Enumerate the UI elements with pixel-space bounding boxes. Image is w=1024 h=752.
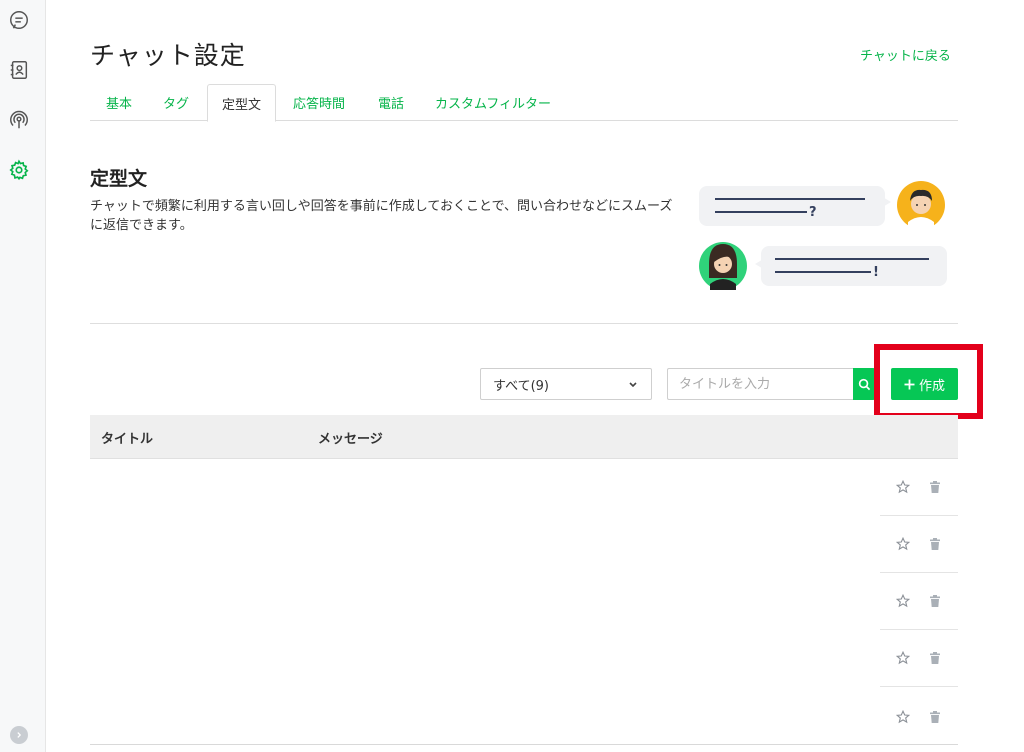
sidebar xyxy=(0,0,46,752)
table-bottom-border xyxy=(90,744,958,745)
table-row xyxy=(880,459,958,516)
section-title: 定型文 xyxy=(90,168,148,190)
contacts-icon[interactable] xyxy=(7,58,31,82)
table-row xyxy=(880,688,958,745)
back-to-chat-link[interactable]: チャットに戻る xyxy=(860,45,951,64)
search-icon xyxy=(858,378,870,390)
sidebar-expand-icon[interactable] xyxy=(10,726,28,744)
table-header: タイトル メッセージ xyxy=(90,415,958,459)
broadcast-icon[interactable] xyxy=(7,108,31,132)
trash-icon[interactable] xyxy=(927,479,943,495)
plus-icon xyxy=(904,379,915,389)
trash-icon[interactable] xyxy=(927,593,943,609)
table-row xyxy=(880,516,958,573)
column-header-message: メッセージ xyxy=(318,431,383,447)
section-description: チャットで頻繁に利用する言い回しや回答を事前に作成しておくことで、問い合わせなど… xyxy=(90,199,673,233)
table-row xyxy=(880,573,958,630)
tab-basic[interactable]: 基本 xyxy=(106,84,132,121)
tab-bar: 基本 タグ 定型文 応答時間 電話 カスタムフィルター xyxy=(90,84,958,122)
star-icon[interactable] xyxy=(895,650,911,666)
settings-icon[interactable] xyxy=(7,158,31,182)
bubble-exclamation-mark: ! xyxy=(873,265,879,280)
trash-icon[interactable] xyxy=(927,536,943,552)
tab-templates[interactable]: 定型文 xyxy=(207,84,277,122)
tab-phone[interactable]: 電話 xyxy=(378,84,404,121)
tab-tags[interactable]: タグ xyxy=(163,84,189,121)
tab-response-hours[interactable]: 応答時間 xyxy=(293,84,345,121)
star-icon[interactable] xyxy=(895,593,911,609)
table-row xyxy=(880,630,958,687)
search-button[interactable] xyxy=(853,368,875,400)
chat-icon[interactable] xyxy=(7,8,31,32)
section-divider xyxy=(90,323,958,324)
filter-selected-value: すべて(9) xyxy=(493,378,549,394)
man-avatar-icon xyxy=(897,181,945,229)
page-title: チャット設定 xyxy=(90,41,246,70)
templates-illustration: ? ! xyxy=(695,178,955,296)
column-header-title: タイトル xyxy=(101,431,154,447)
trash-icon[interactable] xyxy=(927,709,943,725)
tab-custom-filter[interactable]: カスタムフィルター xyxy=(435,84,551,121)
star-icon[interactable] xyxy=(895,709,911,725)
create-button[interactable]: 作成 xyxy=(891,368,958,400)
star-icon[interactable] xyxy=(895,479,911,495)
woman-avatar-icon xyxy=(699,242,747,290)
trash-icon[interactable] xyxy=(927,650,943,666)
create-button-label: 作成 xyxy=(918,377,945,393)
bubble-question-mark: ? xyxy=(809,205,817,220)
filter-dropdown[interactable]: すべて(9) xyxy=(480,368,652,400)
chevron-down-icon xyxy=(629,382,637,388)
search-input[interactable] xyxy=(667,368,854,400)
search-box xyxy=(667,368,875,400)
star-icon[interactable] xyxy=(895,536,911,552)
